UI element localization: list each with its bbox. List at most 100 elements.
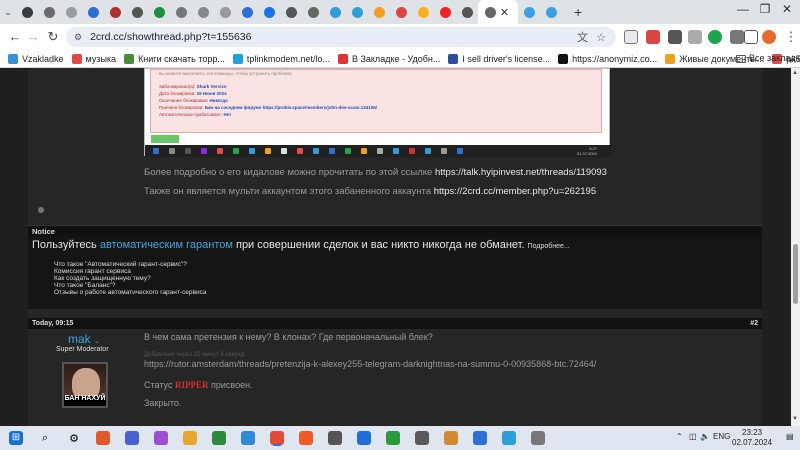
browser-tab[interactable] bbox=[104, 1, 126, 23]
all-bookmarks-button[interactable]: Все закладки bbox=[736, 53, 800, 63]
bookmark-item[interactable]: Vzakladke bbox=[8, 53, 64, 64]
browser-tab[interactable] bbox=[518, 1, 540, 23]
start-icon[interactable]: ⊞ bbox=[8, 430, 24, 446]
member-link[interactable]: https://2crd.cc/member.php?u=262195 bbox=[434, 186, 596, 197]
browser-tab[interactable] bbox=[170, 1, 192, 23]
app-icon[interactable] bbox=[95, 430, 111, 446]
search-icon[interactable]: ⌕ bbox=[37, 430, 53, 446]
hyipinvest-link[interactable]: https://talk.hyipinvest.net/threads/1190… bbox=[435, 167, 607, 178]
scroll-thumb[interactable] bbox=[793, 244, 798, 304]
scroll-up-icon[interactable]: ▲ bbox=[792, 70, 798, 76]
notice-link[interactable]: Что такое "Автоматический гарант-сервис"… bbox=[54, 261, 187, 268]
browser-tab[interactable] bbox=[38, 1, 60, 23]
notice-link[interactable]: Комиссия гарант сервиса bbox=[54, 268, 131, 275]
browser-tab[interactable] bbox=[126, 1, 148, 23]
browser-tab[interactable] bbox=[390, 1, 412, 23]
browser-tab[interactable] bbox=[148, 1, 170, 23]
bookmark-star-icon[interactable]: ☆ bbox=[596, 31, 606, 44]
menu-dots-icon[interactable]: ⋮ bbox=[780, 29, 800, 45]
browser-tab[interactable] bbox=[280, 1, 302, 23]
scroll-down-icon[interactable]: ▼ bbox=[792, 416, 798, 422]
app-icon[interactable] bbox=[153, 430, 169, 446]
app-icon[interactable] bbox=[443, 430, 459, 446]
pdf-extension-icon[interactable] bbox=[688, 30, 702, 44]
page-scrollbar[interactable]: ▲ ▼ bbox=[791, 68, 800, 426]
more-link[interactable]: Подробнее... bbox=[528, 243, 570, 250]
minimize-button[interactable]: — bbox=[733, 2, 753, 16]
tab-favicon-icon bbox=[373, 6, 385, 18]
tab-close-icon[interactable]: ✕ bbox=[498, 6, 512, 19]
notifications-icon[interactable]: ▤ bbox=[786, 432, 794, 441]
bookmark-item[interactable]: https://anonymiz.co... bbox=[558, 53, 657, 64]
browser-tab[interactable] bbox=[258, 1, 280, 23]
puzzle-extension-icon[interactable] bbox=[730, 30, 744, 44]
app-icon[interactable] bbox=[182, 430, 198, 446]
embedded-screenshot[interactable]: вы можете выполнить эти команды, чтобы у… bbox=[144, 68, 611, 157]
browser-tab[interactable] bbox=[16, 1, 38, 23]
profile-avatar-icon[interactable] bbox=[762, 30, 776, 44]
maximize-button[interactable]: ❐ bbox=[755, 2, 775, 16]
app-icon[interactable] bbox=[472, 430, 488, 446]
forward-icon[interactable]: → bbox=[22, 29, 44, 44]
notice-link[interactable]: Отзывы о работе автоматического гарант-с… bbox=[54, 289, 206, 296]
tab-favicon-icon bbox=[417, 6, 429, 18]
browser-tab[interactable] bbox=[346, 1, 368, 23]
browser-tab[interactable] bbox=[368, 1, 390, 23]
utorrent-icon[interactable] bbox=[385, 430, 401, 446]
close-window-button[interactable]: ✕ bbox=[777, 2, 797, 16]
browser-tab[interactable] bbox=[540, 1, 562, 23]
sidebar-icon[interactable] bbox=[744, 30, 758, 44]
browser-tab[interactable] bbox=[434, 1, 456, 23]
brave-icon[interactable] bbox=[298, 430, 314, 446]
author-menu-icon[interactable]: ⌄ bbox=[94, 338, 100, 345]
chrome-icon[interactable] bbox=[269, 430, 285, 446]
author-name[interactable]: mak ⌄ bbox=[68, 332, 100, 346]
translate-extension-icon[interactable] bbox=[668, 30, 682, 44]
app-icon[interactable] bbox=[530, 430, 546, 446]
tab-search-icon[interactable]: ⌄ bbox=[0, 7, 16, 18]
browser-tab[interactable] bbox=[214, 1, 236, 23]
site-info-icon[interactable]: ⚙ bbox=[74, 32, 82, 43]
browser-tab[interactable] bbox=[456, 1, 478, 23]
volume-icon[interactable]: 🔈 bbox=[700, 432, 710, 441]
translate-icon[interactable]: 文 bbox=[577, 29, 588, 45]
notice-link[interactable]: Как создать защищенную тему? bbox=[54, 275, 151, 282]
notice-link[interactable]: Что такое "Баланс"? bbox=[54, 282, 116, 289]
browser-tab[interactable] bbox=[324, 1, 346, 23]
post-number-link[interactable]: #2 bbox=[750, 318, 758, 329]
app-icon[interactable] bbox=[124, 430, 140, 446]
system-clock[interactable]: 23:23 02.07.2024 bbox=[732, 428, 772, 448]
bookmark-item[interactable]: музыка bbox=[71, 53, 116, 64]
app-icon[interactable] bbox=[356, 430, 372, 446]
address-bar[interactable]: ⚙ 2crd.cc/showthread.php?t=155636 文 ☆ bbox=[66, 27, 616, 47]
browser-tab[interactable] bbox=[302, 1, 324, 23]
post-line-1: Более подробно о его кидалове можно проч… bbox=[144, 167, 607, 178]
settings-icon[interactable]: ⚙ bbox=[66, 430, 82, 446]
app-icon[interactable] bbox=[240, 430, 256, 446]
tray-chevron-icon[interactable]: ⌃ bbox=[676, 432, 683, 441]
shield-extension-icon[interactable] bbox=[708, 30, 722, 44]
browser-tab[interactable] bbox=[192, 1, 214, 23]
gmail-extension-icon[interactable] bbox=[646, 30, 660, 44]
browser-tab[interactable] bbox=[82, 1, 104, 23]
browser-tab[interactable] bbox=[412, 1, 434, 23]
telegram-icon[interactable] bbox=[501, 430, 517, 446]
browser-tab[interactable] bbox=[236, 1, 258, 23]
mail-extension-icon[interactable] bbox=[624, 30, 638, 44]
app-icon[interactable] bbox=[414, 430, 430, 446]
app-icon[interactable] bbox=[211, 430, 227, 446]
app-icon[interactable] bbox=[327, 430, 343, 446]
browser-tab[interactable] bbox=[60, 1, 82, 23]
rutor-link[interactable]: https://rutor.amsterdam/threads/pretenzi… bbox=[144, 359, 596, 369]
browser-tab[interactable]: ✕ bbox=[478, 0, 518, 24]
clock-date: 02.07.2024 bbox=[732, 438, 773, 447]
new-tab-icon[interactable]: + bbox=[574, 4, 582, 20]
network-icon[interactable]: ◫ bbox=[689, 432, 697, 441]
bookmark-item[interactable]: I sell driver's license... bbox=[448, 53, 550, 64]
language-indicator[interactable]: ENG bbox=[713, 432, 730, 441]
guarantor-link[interactable]: автоматическим гарантом bbox=[100, 239, 233, 251]
bookmark-item[interactable]: В Закладке - Удобн... bbox=[337, 53, 440, 64]
reload-icon[interactable]: ↻ bbox=[42, 29, 64, 45]
bookmark-item[interactable]: tplinkmodem.net/lo... bbox=[232, 53, 330, 64]
bookmark-item[interactable]: Книги скачать торр... bbox=[124, 53, 225, 64]
